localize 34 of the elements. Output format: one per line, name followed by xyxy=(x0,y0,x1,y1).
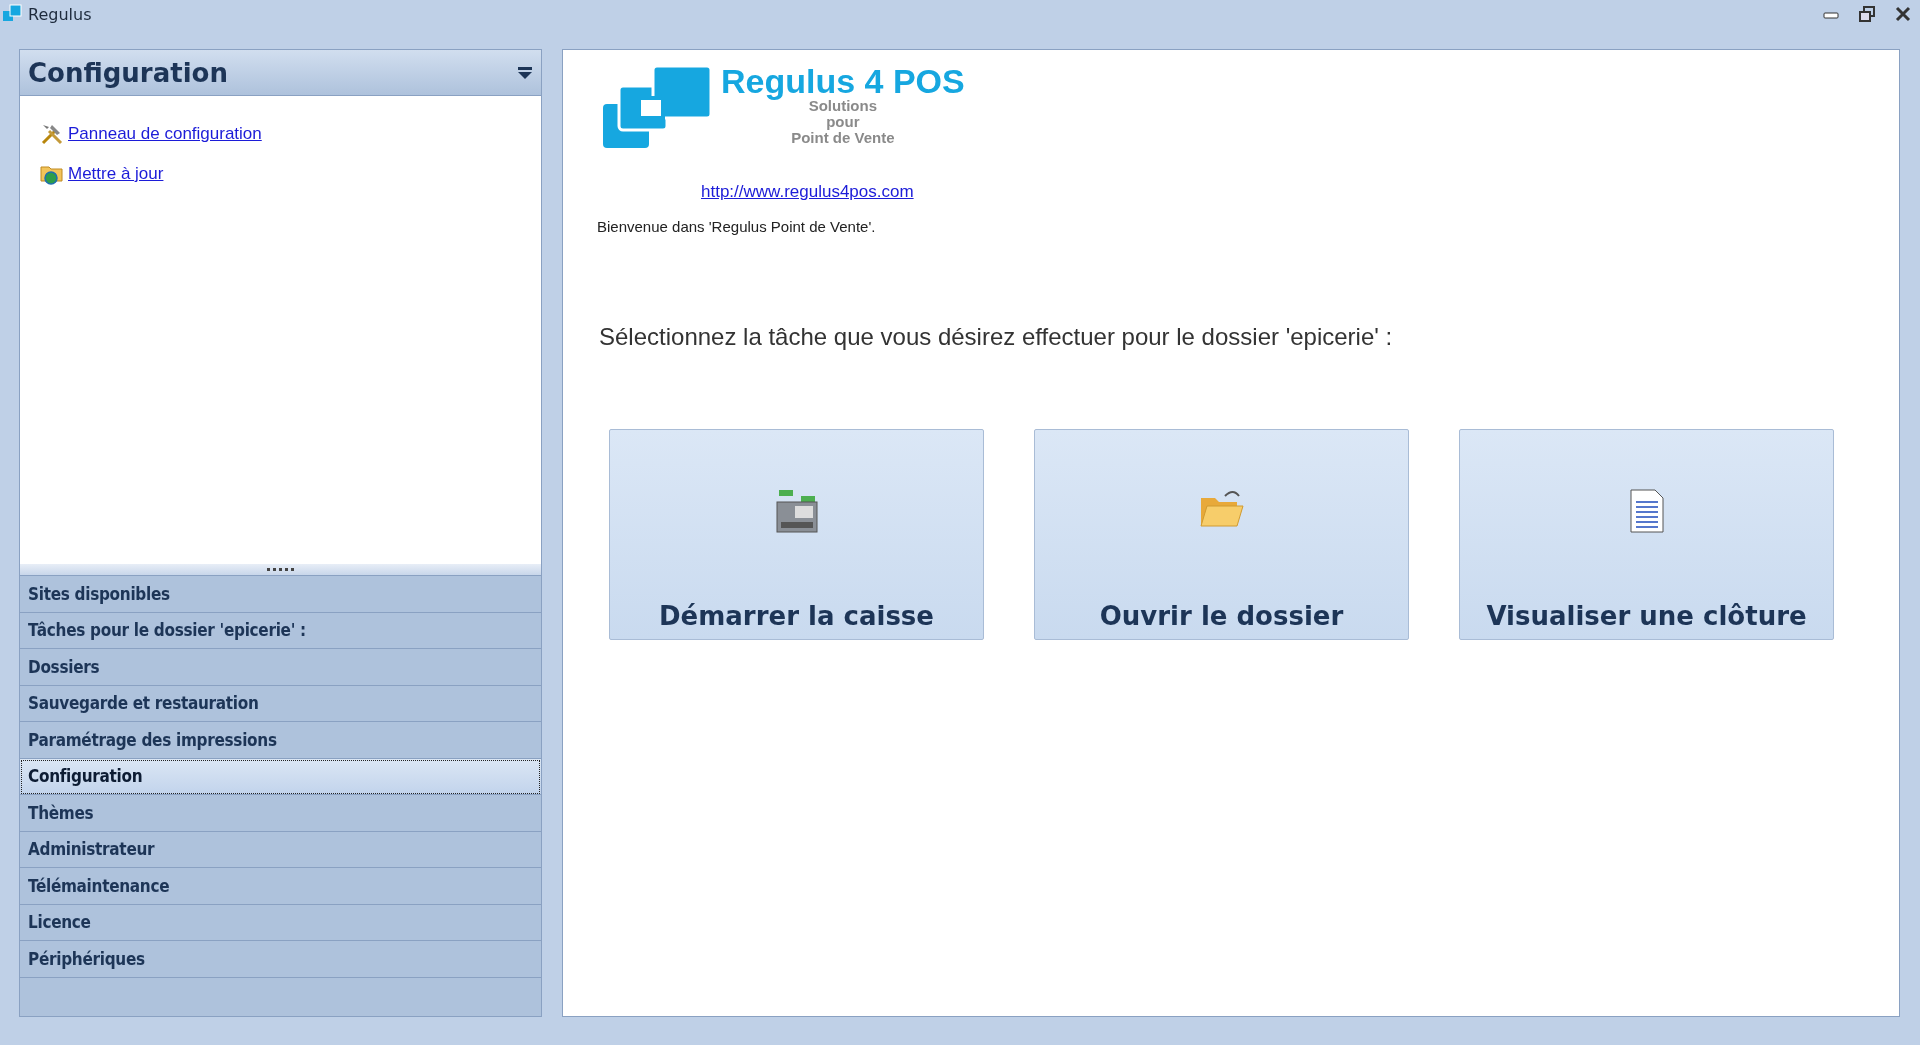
document-icon xyxy=(1628,488,1665,534)
pane-link[interactable]: Panneau de configuration xyxy=(68,124,262,144)
navigation-item[interactable]: Paramétrage des impressions xyxy=(20,722,541,759)
window-title: Regulus xyxy=(28,4,92,24)
app-icon xyxy=(2,4,22,24)
website-link[interactable]: http://www.regulus4pos.com xyxy=(701,182,914,201)
navigation-item[interactable]: Sauvegarde et restauration xyxy=(20,685,541,722)
tools-icon xyxy=(40,122,64,146)
dropdown-icon[interactable] xyxy=(517,65,533,80)
splitter-grip-icon[interactable] xyxy=(266,567,295,572)
logo-title: Regulus 4 POS xyxy=(721,64,965,98)
task-button[interactable]: Visualiser une clôture xyxy=(1459,429,1834,640)
logo-subtitle: Solutions xyxy=(808,98,879,114)
cash-register-icon xyxy=(774,488,819,534)
logo-subtitle: pour xyxy=(825,113,861,130)
task-button[interactable]: Démarrer la caisse xyxy=(609,429,984,640)
task-button[interactable]: Ouvrir le dossier xyxy=(1034,429,1409,640)
navigation-item[interactable]: Thèmes xyxy=(20,795,541,832)
navigation-item[interactable]: Configuration xyxy=(20,758,541,795)
navigation-item[interactable]: Dossiers xyxy=(20,649,541,686)
navigation-item[interactable]: Administrateur xyxy=(20,831,541,868)
pane-link[interactable]: Mettre à jour xyxy=(68,164,164,184)
logo-subtitle: Point de Vente xyxy=(790,129,896,146)
task-prompt: Sélectionnez la tâche que vous désirez effectuer pour le dossier 'epicerie' : xyxy=(599,323,1394,351)
open-folder-icon xyxy=(1198,488,1245,528)
navigation-item[interactable]: Tâches pour le dossier 'epicerie' : xyxy=(20,612,541,649)
close-button[interactable] xyxy=(1894,5,1912,23)
pane-header: Configuration xyxy=(28,57,229,88)
navigation-item[interactable]: Périphériques xyxy=(20,941,541,978)
navigation-item[interactable]: Sites disponibles xyxy=(20,576,541,613)
navigation-item[interactable]: Licence xyxy=(20,904,541,941)
navigation-item[interactable]: Télémaintenance xyxy=(20,868,541,905)
welcome-text: Bienvenue dans 'Regulus Point de Vente'. xyxy=(597,218,877,235)
restore-button[interactable] xyxy=(1858,5,1876,23)
